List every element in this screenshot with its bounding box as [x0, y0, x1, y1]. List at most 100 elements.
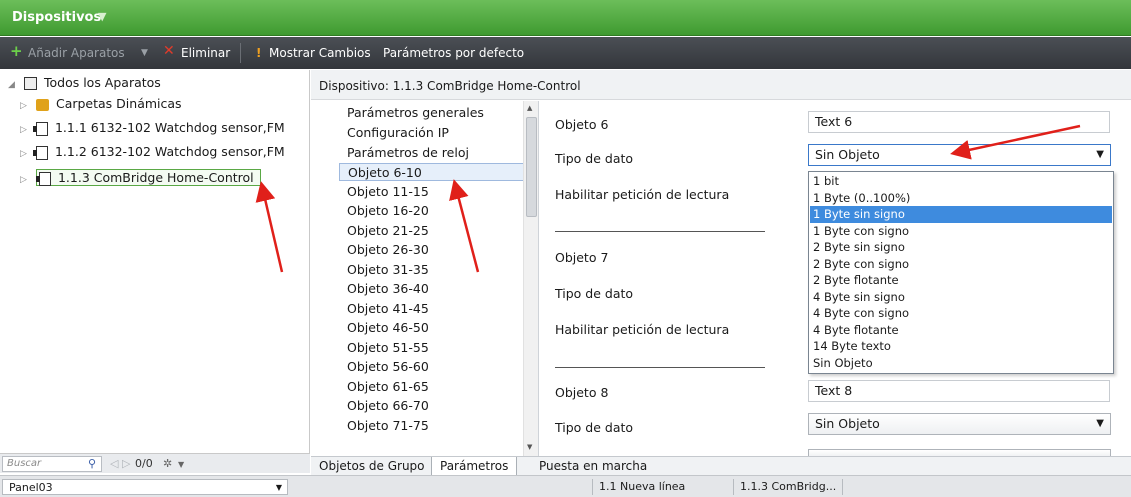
tree-item-dynamic-folders[interactable]: ▷ Carpetas Dinámicas: [20, 94, 182, 114]
param-list-item-selected[interactable]: Objeto 6-10: [339, 163, 529, 181]
device-header: Dispositivo: 1.1.3 ComBridge Home-Contro…: [311, 70, 1131, 100]
param-list-item[interactable]: Objeto 56-60: [347, 358, 429, 376]
object6-label: Objeto 6: [555, 117, 609, 132]
all-devices-icon: [23, 77, 37, 90]
param-list-item[interactable]: Objeto 11-15: [347, 183, 429, 201]
tab-parameters[interactable]: Parámetros: [431, 457, 518, 475]
bottom-tabs: Objetos de Grupo Parámetros Puesta en ma…: [311, 456, 1131, 475]
collapse-arrow-icon[interactable]: ▷: [20, 96, 32, 116]
object8-label: Objeto 8: [555, 385, 609, 400]
param-list-item[interactable]: Objeto 61-65: [347, 378, 429, 396]
dropdown-option[interactable]: 2 Byte flotante: [810, 272, 1112, 289]
dropdown-option[interactable]: 4 Byte flotante: [810, 322, 1112, 339]
dropdown-option[interactable]: Sin Objeto: [810, 355, 1112, 372]
read-request-label: Habilitar petición de lectura: [555, 187, 730, 202]
search-input[interactable]: Buscar: [2, 456, 102, 472]
data-type-dropdown-list[interactable]: 1 bit 1 Byte (0..100%) 1 Byte sin signo …: [808, 171, 1114, 374]
param-list-item[interactable]: Objeto 71-75: [347, 417, 429, 435]
section-divider: [555, 367, 765, 368]
param-list-item[interactable]: Objeto 21-25: [347, 222, 429, 240]
dropdown-option[interactable]: 4 Byte sin signo: [810, 289, 1112, 306]
tab-group-objects[interactable]: Objetos de Grupo: [311, 457, 433, 475]
panel-select-value: Panel03: [9, 481, 53, 494]
param-list-item[interactable]: Objeto 46-50: [347, 319, 429, 337]
dropdown-option[interactable]: 2 Byte con signo: [810, 256, 1112, 273]
previous-icon[interactable]: ◁: [110, 457, 118, 470]
parameter-list: Parámetros generales Configuración IP Pa…: [311, 101, 541, 456]
param-list-item[interactable]: Objeto 26-30: [347, 241, 429, 259]
collapse-arrow-icon[interactable]: ▷: [20, 144, 32, 164]
param-list-item[interactable]: Objeto 36-40: [347, 280, 429, 298]
gear-icon[interactable]: ✲: [163, 457, 172, 470]
tree-item-device-112[interactable]: ▷ 1.1.2 6132-102 Watchdog sensor,FM: [20, 142, 285, 162]
expand-arrow-icon[interactable]: ◢: [8, 75, 20, 95]
window-titlebar: Dispositivos ▼: [0, 0, 1131, 36]
scroll-down-icon[interactable]: ▼: [527, 443, 532, 451]
dropdown-option-highlighted[interactable]: 1 Byte sin signo: [810, 206, 1112, 223]
data-type-combobox[interactable]: Sin Objeto ▼: [808, 144, 1111, 166]
tree-item-label: Carpetas Dinámicas: [55, 96, 182, 111]
toolbar: + Añadir Aparatos ▼ ✕ Eliminar ! Mostrar…: [0, 37, 1131, 69]
param-list-item[interactable]: Parámetros generales: [347, 104, 484, 122]
param-list-item[interactable]: Configuración IP: [347, 124, 449, 142]
param-list-item[interactable]: Objeto 41-45: [347, 300, 429, 318]
defaults-button[interactable]: Parámetros por defecto: [383, 46, 524, 60]
param-list-item[interactable]: Objeto 66-70: [347, 397, 429, 415]
status-bar: Panel03 ▼ 1.1 Nueva línea 1.1.3 ComBridg…: [0, 475, 1131, 497]
warning-icon: !: [256, 46, 262, 60]
param-list-item[interactable]: Objeto 31-35: [347, 261, 429, 279]
object6-text-field[interactable]: Text 6: [808, 111, 1110, 133]
next-icon[interactable]: ▷: [122, 457, 130, 470]
dropdown-option[interactable]: 1 Byte con signo: [810, 223, 1112, 240]
scroll-up-icon[interactable]: ▲: [527, 104, 532, 112]
dropdown-option[interactable]: 2 Byte sin signo: [810, 239, 1112, 256]
data-type-combobox[interactable]: Sin Objeto ▼: [808, 413, 1111, 435]
panel-select[interactable]: Panel03 ▼: [2, 479, 288, 495]
tree-item-label: 1.1.1 6132-102 Watchdog sensor,FM: [54, 120, 285, 135]
param-list-item[interactable]: Parámetros de reloj: [347, 144, 469, 162]
dropdown-option[interactable]: 1 bit: [810, 173, 1112, 190]
tree-search-bar: Buscar ⚲ ◁ ▷ 0/0 ✲ ▼: [0, 453, 310, 473]
dropdown-option[interactable]: 14 Byte texto: [810, 338, 1112, 355]
param-list-item[interactable]: Objeto 51-55: [347, 339, 429, 357]
scrollbar-thumb[interactable]: [526, 117, 537, 217]
chevron-down-icon[interactable]: ▼: [276, 480, 282, 495]
tree-item-device-111[interactable]: ▷ 1.1.1 6132-102 Watchdog sensor,FM: [20, 118, 285, 138]
object7-label: Objeto 7: [555, 250, 609, 265]
tab-commissioning[interactable]: Puesta en marcha: [531, 457, 655, 475]
add-devices-button[interactable]: Añadir Aparatos: [28, 46, 125, 60]
data-type-label: Tipo de dato: [555, 286, 634, 301]
param-list-item[interactable]: Objeto 16-20: [347, 202, 429, 220]
panel-title[interactable]: Dispositivos: [12, 10, 101, 25]
data-type-value: Sin Objeto: [815, 147, 880, 162]
data-type-label: Tipo de dato: [555, 151, 634, 166]
section-divider: [555, 231, 765, 232]
gear-dropdown-icon[interactable]: ▼: [178, 460, 184, 469]
device-icon: [32, 121, 48, 136]
dropdown-option[interactable]: 1 Byte (0..100%): [810, 190, 1112, 207]
delete-button[interactable]: Eliminar: [181, 46, 230, 60]
chevron-down-icon[interactable]: ▼: [1096, 145, 1104, 165]
read-request-label: Habilitar petición de lectura: [555, 322, 730, 337]
data-type-value: Sin Objeto: [815, 416, 880, 431]
parameter-list-scrollbar[interactable]: ▲ ▼: [523, 101, 539, 456]
device-tree: ◢ Todos los Aparatos ▷ Carpetas Dinámica…: [0, 70, 310, 453]
toolbar-divider: [240, 43, 241, 63]
device-header-label: Dispositivo: 1.1.3 ComBridge Home-Contro…: [319, 79, 581, 93]
add-dropdown-chevron-icon[interactable]: ▼: [141, 48, 148, 58]
dropdown-option[interactable]: 4 Byte con signo: [810, 305, 1112, 322]
search-icon[interactable]: ⚲: [88, 457, 96, 470]
tree-root[interactable]: ◢ Todos los Aparatos: [8, 73, 161, 93]
chevron-down-icon[interactable]: ▼: [98, 10, 106, 23]
device-icon: [35, 171, 51, 186]
chevron-down-icon[interactable]: ▼: [1096, 414, 1104, 434]
collapse-arrow-icon[interactable]: ▷: [20, 170, 32, 190]
collapse-arrow-icon[interactable]: ▷: [20, 120, 32, 140]
tree-item-device-113[interactable]: ▷ 1.1.3 ComBridge Home-Control: [20, 168, 261, 188]
data-type-label: Tipo de dato: [555, 420, 634, 435]
plus-icon: +: [10, 42, 23, 60]
show-changes-button[interactable]: Mostrar Cambios: [269, 46, 371, 60]
object8-text-field[interactable]: Text 8: [808, 380, 1110, 402]
delete-x-icon: ✕: [163, 43, 175, 59]
selected-device-node[interactable]: 1.1.3 ComBridge Home-Control: [35, 169, 261, 186]
